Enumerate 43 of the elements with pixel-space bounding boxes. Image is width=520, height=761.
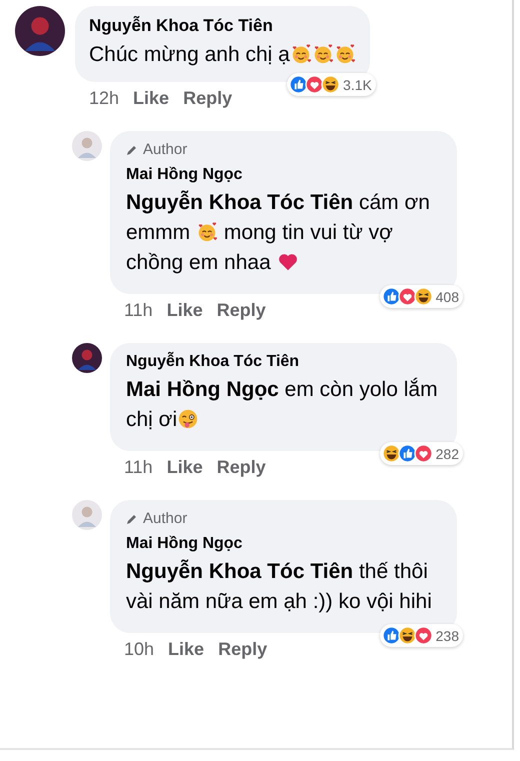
timestamp: 10h (124, 639, 154, 660)
heart-reaction-icon (414, 444, 433, 463)
winking-tongue-face-icon (177, 408, 200, 430)
like-link[interactable]: Like (168, 639, 204, 660)
heart-reaction-icon (414, 626, 433, 645)
reaction-summary[interactable]: 238 (380, 624, 463, 647)
timestamp: 11h (124, 300, 153, 321)
laughing-face-icon (414, 287, 433, 306)
commenter-name[interactable]: Mai Hồng Ngọc (126, 166, 441, 184)
thumbs-up-icon (382, 287, 401, 306)
laughing-face-icon (382, 444, 401, 463)
thumbs-up-icon (382, 626, 401, 645)
thumbs-up-icon (398, 444, 417, 463)
reply-link[interactable]: Reply (216, 457, 266, 478)
comment-text: Chúc mừng anh chị ạ (89, 40, 356, 70)
like-link[interactable]: Like (166, 300, 203, 321)
commenter-name[interactable]: Nguyễn Khoa Tóc Tiên (126, 353, 441, 371)
reply-link[interactable]: Reply (216, 300, 266, 321)
reaction-summary[interactable]: 282 (380, 442, 463, 465)
laughing-face-icon (398, 626, 417, 645)
reply-link[interactable]: Reply (218, 639, 268, 660)
heart-icon (276, 251, 299, 273)
author-label: Author (143, 510, 188, 527)
pen-icon (126, 512, 138, 524)
laughing-face-icon (321, 75, 340, 94)
like-link[interactable]: Like (166, 457, 203, 478)
timestamp: 11h (124, 457, 153, 478)
comment-text: Nguyễn Khoa Tóc Tiên thế thôi vài năm nữa em ạh :)) ko vội hihi (126, 558, 433, 615)
reaction-summary[interactable]: 408 (380, 285, 463, 308)
comment-text: Nguyễn Khoa Tóc Tiên cám ơn emmm mong tin vui từ vợ chồng em nhaa (126, 190, 431, 276)
reply-link[interactable]: Reply (183, 88, 232, 109)
comment-text: Mai Hồng Ngọc em còn yolo lắm chị ơi (126, 376, 439, 433)
timestamp: 12h (89, 88, 120, 109)
commenter-name[interactable]: Nguyễn Khoa Tóc Tiên (89, 16, 356, 36)
smiling-face-with-hearts-icon (196, 221, 218, 243)
avatar[interactable] (15, 6, 65, 56)
heart-reaction-icon (398, 287, 417, 306)
commenter-name[interactable]: Mai Hồng Ngọc (126, 535, 441, 553)
like-link[interactable]: Like (133, 88, 170, 109)
author-label: Author (143, 141, 188, 158)
pen-icon (126, 144, 138, 156)
avatar[interactable] (72, 343, 102, 373)
reaction-summary[interactable]: 3.1K (287, 73, 376, 96)
